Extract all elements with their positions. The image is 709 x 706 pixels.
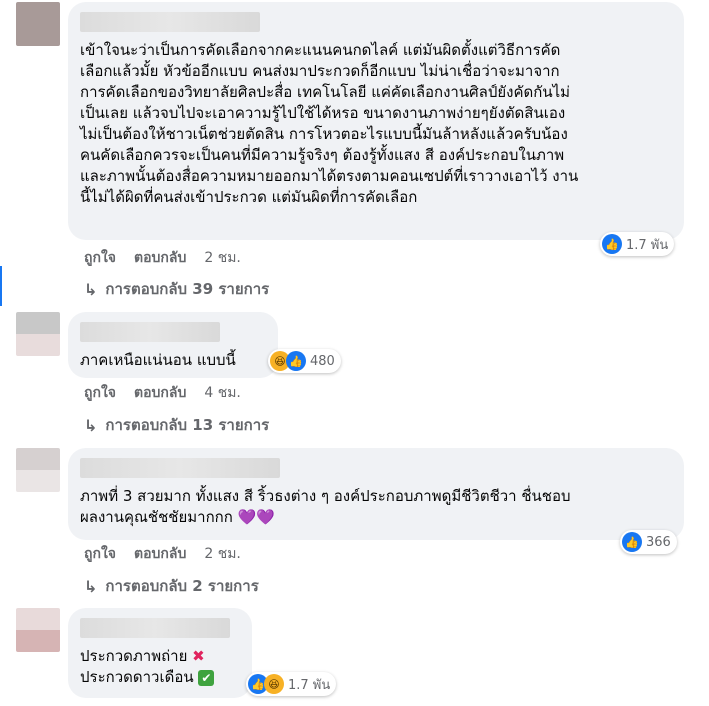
timestamp[interactable]: 2 ชม. — [204, 247, 241, 269]
scroll-indicator — [0, 266, 2, 306]
comment-actions: ถูกใจ ตอบกลับ 2 ชม. — [84, 247, 241, 269]
thumbs-up-icon: 👍 — [286, 351, 306, 371]
replies-count: การตอบกลับ 13 รายการ — [105, 416, 270, 434]
reply-arrow-icon: ↳ — [84, 279, 98, 299]
comment-bubble: ภาคเหนือแน่นอน แบบนี้ — [68, 312, 278, 378]
reaction-count: 366 — [646, 534, 671, 550]
reply-arrow-icon: ↳ — [84, 415, 98, 435]
purple-heart-icon: 💜💜 — [237, 508, 275, 526]
avatar[interactable] — [16, 312, 60, 356]
avatar[interactable] — [16, 448, 60, 492]
reply-button[interactable]: ตอบกลับ — [134, 382, 186, 404]
comment-text: ภาพที่ 3 สวยมาก ทั้งแสง สี ริ้วธงต่าง ๆ … — [80, 486, 672, 528]
commenter-name[interactable] — [80, 458, 280, 478]
comment-text: เข้าใจนะว่าเป็นการคัดเลือกจากคะแนนคนกดไล… — [80, 41, 579, 206]
commenter-name[interactable] — [80, 322, 220, 342]
green-check-icon: ✔ — [198, 670, 215, 686]
like-button[interactable]: ถูกใจ — [84, 543, 116, 565]
comment-text: ภาคเหนือแน่นอน แบบนี้ — [80, 351, 236, 369]
laughing-face-icon: 😆 — [264, 674, 284, 694]
thumbs-up-icon: 👍 — [602, 234, 622, 254]
like-button[interactable]: ถูกใจ — [84, 247, 116, 269]
reply-button[interactable]: ตอบกลับ — [134, 247, 186, 269]
like-button[interactable]: ถูกใจ — [84, 382, 116, 404]
reaction-summary[interactable]: 👍 1.7 พัน — [600, 232, 675, 256]
replies-count: การตอบกลับ 2 รายการ — [105, 577, 259, 595]
timestamp[interactable]: 2 ชม. — [204, 543, 241, 565]
reaction-count: 480 — [310, 353, 335, 369]
comment-bubble: เข้าใจนะว่าเป็นการคัดเลือกจากคะแนนคนกดไล… — [68, 2, 684, 240]
reaction-count: 1.7 พัน — [288, 677, 331, 693]
view-replies-link[interactable]: ↳ การตอบกลับ 39 รายการ — [84, 277, 269, 301]
comment-bubble: ภาพที่ 3 สวยมาก ทั้งแสง สี ริ้วธงต่าง ๆ … — [68, 448, 684, 540]
comment-actions: ถูกใจ ตอบกลับ 4 ชม. — [84, 382, 241, 404]
view-replies-link[interactable]: ↳ การตอบกลับ 13 รายการ — [84, 413, 269, 437]
reaction-count: 1.7 พัน — [626, 237, 669, 253]
avatar[interactable] — [16, 608, 60, 652]
avatar[interactable] — [16, 2, 60, 46]
reply-arrow-icon: ↳ — [84, 576, 98, 596]
commenter-name[interactable] — [80, 12, 260, 32]
red-cross-icon: ✖ — [192, 647, 205, 665]
reply-button[interactable]: ตอบกลับ — [134, 543, 186, 565]
commenter-name[interactable] — [80, 618, 230, 638]
comment-line: ประกวดภาพถ่าย — [80, 647, 188, 665]
comment-text: ประกวดภาพถ่าย ✖ — [80, 646, 240, 667]
comment-text-body: ภาพที่ 3 สวยมาก ทั้งแสง สี ริ้วธงต่าง ๆ … — [80, 487, 571, 526]
comment-actions: ถูกใจ ตอบกลับ 2 ชม. — [84, 543, 241, 565]
replies-count: การตอบกลับ 39 รายการ — [105, 280, 270, 298]
comment-line: ประกวดดาวเดือน — [80, 668, 194, 686]
reaction-summary[interactable]: 👍 😆 1.7 พัน — [246, 672, 337, 696]
view-replies-link[interactable]: ↳ การตอบกลับ 2 รายการ — [84, 574, 259, 598]
timestamp[interactable]: 4 ชม. — [204, 382, 241, 404]
thumbs-up-icon: 👍 — [622, 532, 642, 552]
reaction-summary[interactable]: 👍 366 — [620, 530, 677, 554]
comment-text: ประกวดดาวเดือน ✔ — [80, 667, 240, 688]
reaction-summary[interactable]: 😆 👍 480 — [268, 349, 341, 373]
comment-bubble: ประกวดภาพถ่าย ✖ ประกวดดาวเดือน ✔ — [68, 608, 252, 698]
